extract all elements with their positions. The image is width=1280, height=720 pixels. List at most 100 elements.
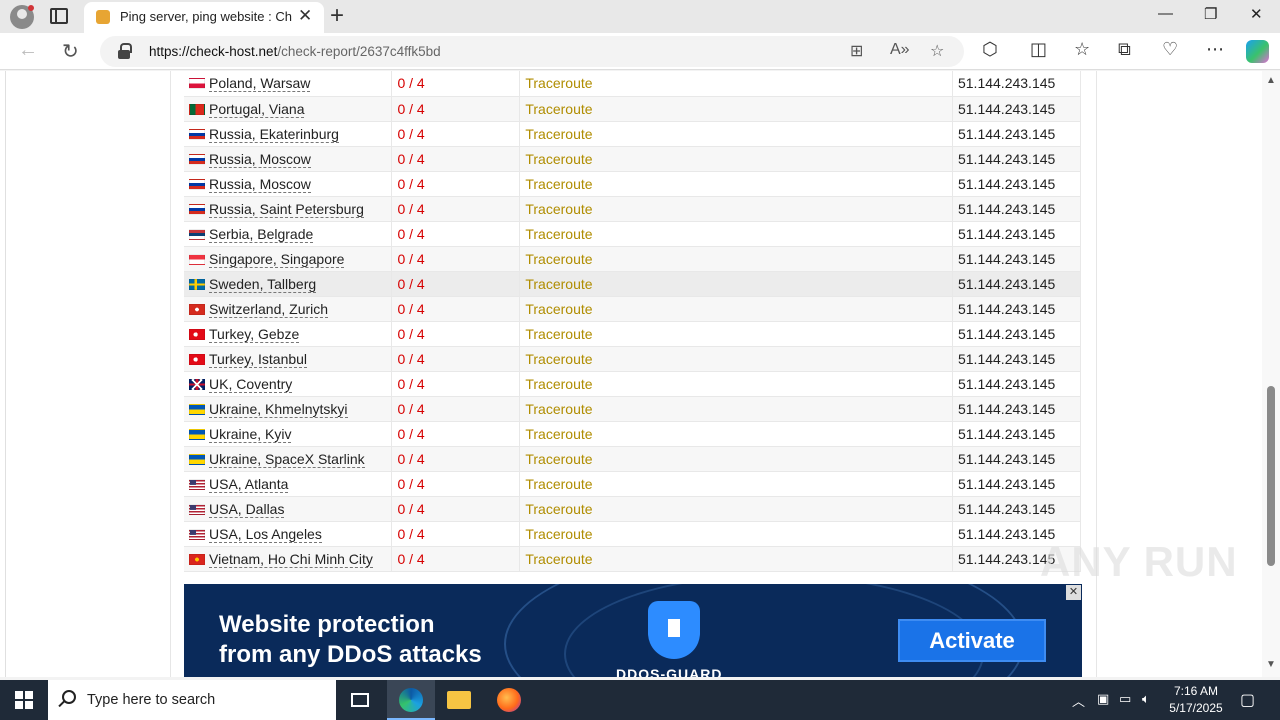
windows-start-icon[interactable]: [15, 691, 33, 709]
traceroute-link[interactable]: Traceroute: [519, 521, 953, 547]
ping-result: 0 / 4: [391, 421, 521, 447]
traceroute-link[interactable]: Traceroute: [519, 446, 953, 472]
ping-result: 0 / 4: [391, 346, 521, 372]
location-link[interactable]: Vietnam, Ho Chi Minh City: [209, 550, 373, 568]
refresh-icon[interactable]: ↻: [62, 39, 79, 64]
location-link[interactable]: Sweden, Tallberg: [209, 275, 317, 293]
country-flag-icon: [189, 403, 205, 415]
ip-address: 51.144.243.145: [952, 446, 1082, 472]
traceroute-link[interactable]: Traceroute: [519, 546, 953, 572]
traceroute-link[interactable]: Traceroute: [519, 296, 953, 322]
favorites-icon[interactable]: ☆: [1074, 39, 1090, 60]
country-flag-icon: [189, 328, 205, 340]
app-available-icon[interactable]: ⊞: [850, 41, 863, 61]
location-link[interactable]: USA, Los Angeles: [209, 525, 322, 543]
url-text[interactable]: https://check-host.net/check-report/2637…: [149, 44, 441, 59]
scroll-up-icon[interactable]: ▲: [1266, 75, 1276, 86]
close-tab-icon[interactable]: ✕: [298, 6, 312, 26]
meet-now-icon[interactable]: ▣: [1097, 691, 1109, 707]
ping-results-table: Poland, Warsaw 0 / 4 Traceroute 51.144.243.…: [184, 71, 1082, 572]
taskbar-clock[interactable]: 7:16 AM 5/17/2025: [1160, 683, 1232, 717]
traceroute-link[interactable]: Traceroute: [519, 321, 953, 347]
tab-actions-icon[interactable]: [50, 8, 68, 24]
traceroute-link[interactable]: Traceroute: [519, 121, 953, 147]
browser-essentials-icon[interactable]: ♡: [1162, 39, 1178, 60]
traceroute-link[interactable]: Traceroute: [519, 171, 953, 197]
ping-result: 0 / 4: [391, 546, 521, 572]
scrollbar-thumb[interactable]: [1267, 386, 1275, 566]
volume-icon[interactable]: 🔈︎: [1142, 691, 1150, 707]
traceroute-link[interactable]: Traceroute: [519, 496, 953, 522]
traceroute-link[interactable]: Traceroute: [519, 346, 953, 372]
ping-result: 0 / 4: [391, 146, 521, 172]
activate-button[interactable]: Activate: [898, 619, 1046, 662]
traceroute-link[interactable]: Traceroute: [519, 246, 953, 272]
traceroute-link[interactable]: Traceroute: [519, 221, 953, 247]
collections-icon[interactable]: ⧉: [1118, 39, 1131, 60]
read-aloud-icon[interactable]: A»: [890, 41, 910, 59]
close-window-icon[interactable]: ✕: [1250, 5, 1263, 23]
traceroute-link[interactable]: Traceroute: [519, 271, 953, 297]
traceroute-link[interactable]: Traceroute: [519, 196, 953, 222]
traceroute-link[interactable]: Traceroute: [519, 471, 953, 497]
table-row: Singapore, Singapore 0 / 4 Traceroute 51.14…: [184, 246, 1082, 272]
location-link[interactable]: Ukraine, Khmelnytskyi: [209, 400, 348, 418]
location-link[interactable]: Turkey, Gebze: [209, 325, 300, 343]
country-flag-icon: [189, 478, 205, 490]
location-link[interactable]: Turkey, Istanbul: [209, 350, 308, 368]
firefox-icon[interactable]: [485, 680, 533, 720]
traceroute-link[interactable]: Traceroute: [519, 146, 953, 172]
traceroute-link[interactable]: Traceroute: [519, 71, 953, 97]
location-link[interactable]: Poland, Warsaw: [209, 75, 311, 93]
file-explorer-icon[interactable]: [435, 680, 483, 720]
notifications-icon[interactable]: ▢: [1240, 690, 1255, 710]
edge-taskbar-icon[interactable]: [387, 680, 435, 720]
back-icon[interactable]: ←: [18, 39, 38, 62]
network-icon[interactable]: ▭: [1119, 691, 1131, 707]
location-cell: UK, Coventry: [184, 371, 393, 397]
country-flag-icon: [189, 453, 205, 465]
new-tab-icon[interactable]: +: [330, 2, 344, 30]
country-flag-icon: [189, 203, 205, 215]
taskbar-search[interactable]: Type here to search: [48, 680, 336, 720]
copilot-icon[interactable]: [1246, 40, 1269, 63]
address-bar[interactable]: https://check-host.net/check-report/2637…: [100, 36, 964, 67]
traceroute-link[interactable]: Traceroute: [519, 371, 953, 397]
location-link[interactable]: Switzerland, Zurich: [209, 300, 329, 318]
location-link[interactable]: Ukraine, SpaceX Starlink: [209, 450, 365, 468]
table-row: UK, Coventry 0 / 4 Traceroute 51.144.243.14…: [184, 371, 1082, 397]
ip-address: 51.144.243.145: [952, 296, 1082, 322]
location-link[interactable]: USA, Dallas: [209, 500, 285, 518]
more-menu-icon[interactable]: ⋯: [1206, 39, 1224, 60]
ad-banner[interactable]: Website protection from any DDoS attacks…: [184, 584, 1082, 677]
favorite-star-icon[interactable]: ☆: [930, 41, 944, 61]
extensions-icon[interactable]: ⬡: [982, 39, 998, 60]
traceroute-link[interactable]: Traceroute: [519, 421, 953, 447]
scroll-down-icon[interactable]: ▼: [1266, 659, 1276, 670]
traceroute-link[interactable]: Traceroute: [519, 396, 953, 422]
location-link[interactable]: USA, Atlanta: [209, 475, 289, 493]
location-cell: USA, Atlanta: [184, 471, 393, 497]
minimize-icon[interactable]: —: [1158, 5, 1173, 22]
location-link[interactable]: Russia, Ekaterinburg: [209, 125, 339, 143]
restore-icon[interactable]: ❐: [1204, 5, 1217, 23]
location-link[interactable]: Singapore, Singapore: [209, 250, 345, 268]
location-link[interactable]: UK, Coventry: [209, 375, 293, 393]
vertical-scrollbar[interactable]: ▲ ▼: [1262, 71, 1280, 677]
country-flag-icon: [189, 353, 205, 365]
location-link[interactable]: Ukraine, Kyiv: [209, 425, 292, 443]
location-link[interactable]: Portugal, Viana: [209, 100, 305, 118]
traceroute-link[interactable]: Traceroute: [519, 96, 953, 122]
location-link[interactable]: Russia, Moscow: [209, 175, 311, 193]
lock-icon[interactable]: [118, 43, 132, 59]
location-link[interactable]: Russia, Moscow: [209, 150, 311, 168]
location-link[interactable]: Serbia, Belgrade: [209, 225, 314, 243]
split-screen-icon[interactable]: ◫: [1030, 39, 1047, 60]
browser-tab[interactable]: Ping server, ping website : Check ✕: [84, 2, 324, 33]
show-hidden-icons[interactable]: ︿: [1072, 691, 1085, 710]
location-cell: Russia, Ekaterinburg: [184, 121, 393, 147]
ip-address: 51.144.243.145: [952, 221, 1082, 247]
location-link[interactable]: Russia, Saint Petersburg: [209, 200, 364, 218]
ad-close-icon[interactable]: ✕: [1066, 585, 1081, 600]
task-view-icon[interactable]: [336, 680, 384, 720]
